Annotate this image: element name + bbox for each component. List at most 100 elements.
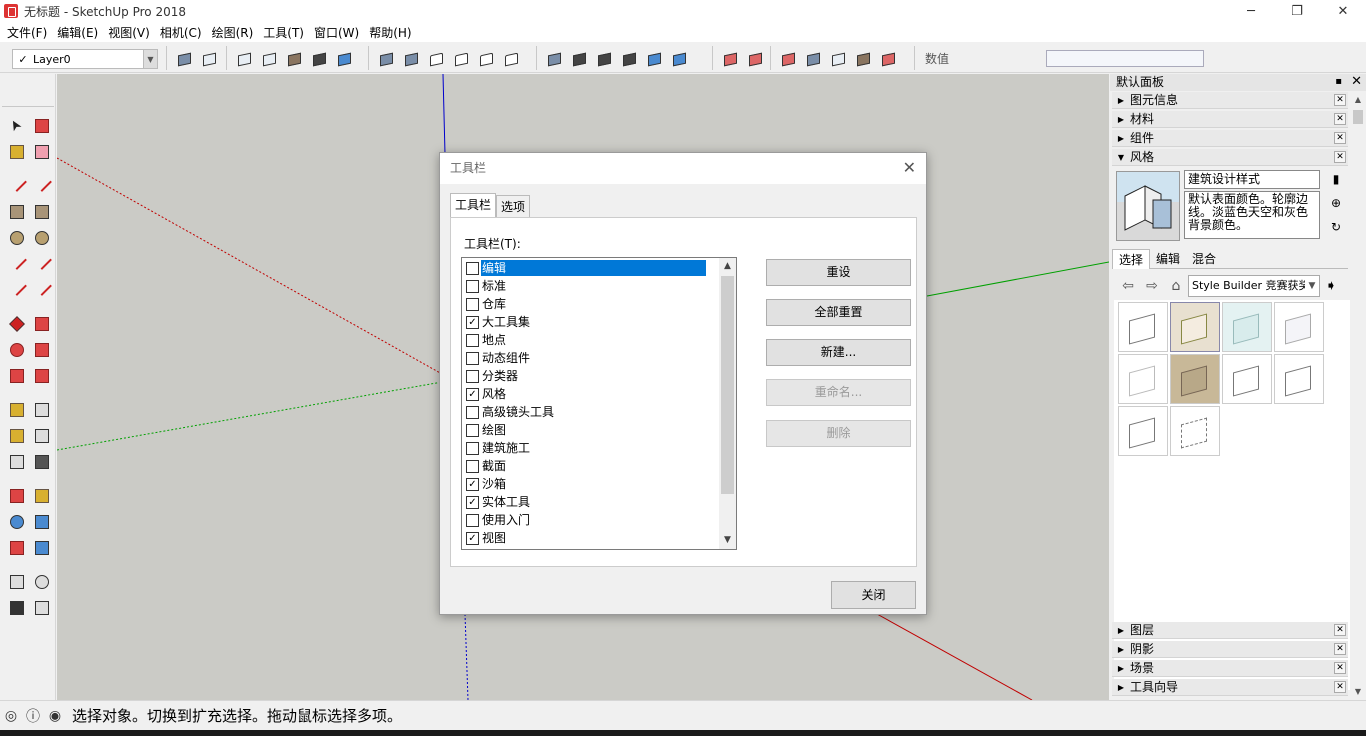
minimize-button[interactable]: ─ (1228, 0, 1274, 22)
pie-icon[interactable] (31, 276, 52, 299)
menu-draw[interactable]: 绘图(R) (207, 24, 259, 41)
section-entity-info[interactable]: ▶ 图元信息 ✕ (1112, 92, 1348, 109)
subtract-icon[interactable] (620, 50, 639, 69)
details-arrow-icon[interactable]: ➧ (1320, 278, 1342, 294)
iso-camera-icon[interactable] (377, 50, 396, 69)
toolbars-list[interactable]: 编辑 标准 仓库 ✓ 大工具集 地点 动态组件 分类器 ✓ 风格 高级镜头工具 绘图… (461, 257, 737, 550)
list-item[interactable]: 使用入门 (466, 511, 531, 529)
section-styles[interactable]: ▼ 风格 ✕ (1112, 149, 1348, 166)
split-icon[interactable] (670, 50, 689, 69)
home-bottom-icon[interactable] (502, 50, 521, 69)
checkbox[interactable] (466, 351, 479, 365)
look-around-icon[interactable] (33, 573, 51, 591)
trim-icon[interactable] (645, 50, 664, 69)
chevron-down-icon[interactable]: ▼ (143, 50, 157, 68)
list-item[interactable]: 地点 (466, 331, 507, 349)
checkbox[interactable]: ✓ (466, 495, 479, 509)
scroll-down-icon[interactable]: ▼ (719, 532, 736, 549)
list-item[interactable]: 截面 (466, 457, 507, 475)
menu-window[interactable]: 窗口(W) (309, 24, 364, 41)
checkbox[interactable]: ✓ (466, 387, 479, 401)
section-shadows[interactable]: ▶ 阴影 ✕ (1112, 641, 1348, 658)
checkbox[interactable] (466, 297, 479, 311)
axes-icon[interactable] (8, 453, 26, 471)
tab-edit[interactable]: 编辑 (1150, 249, 1186, 269)
move-icon[interactable] (8, 315, 26, 333)
checkbox[interactable] (466, 441, 479, 455)
menu-tools[interactable]: 工具(T) (258, 24, 309, 41)
right-camera-icon[interactable] (402, 50, 421, 69)
new-toolbar-button[interactable]: 新建... (766, 339, 911, 366)
close-tray-icon[interactable]: ✕ (1351, 74, 1362, 89)
intersect-icon[interactable] (570, 50, 589, 69)
style-swatch[interactable] (1274, 354, 1324, 404)
shaded-style-icon[interactable] (285, 50, 304, 69)
close-section-icon[interactable]: ✕ (1334, 662, 1346, 674)
list-scrollbar[interactable]: ▲ ▼ (719, 258, 736, 549)
list-item[interactable]: ✓ 沙箱 (466, 475, 507, 493)
style-swatch[interactable] (1170, 302, 1220, 352)
maximize-button[interactable]: ❐ (1274, 0, 1320, 22)
wireframe-style-icon[interactable] (260, 50, 279, 69)
checkbox[interactable] (466, 369, 479, 383)
section-layers[interactable]: ▶ 图层 ✕ (1112, 622, 1348, 639)
position-camera-icon[interactable] (8, 573, 26, 591)
style-swatch[interactable] (1118, 302, 1168, 352)
close-section-icon[interactable]: ✕ (1334, 132, 1346, 144)
checkbox[interactable] (466, 333, 479, 347)
list-item[interactable]: ✓ 风格 (466, 385, 507, 403)
section-components[interactable]: ▶ 组件 ✕ (1112, 130, 1348, 147)
zoom-window-icon[interactable] (33, 513, 51, 531)
menu-view[interactable]: 视图(V) (103, 24, 155, 41)
tab-select[interactable]: 选择 (1112, 249, 1151, 269)
previous-view-icon[interactable] (33, 539, 51, 557)
polygon-icon[interactable] (33, 229, 51, 247)
checkbox[interactable] (466, 459, 479, 473)
sandbox-contours-icon[interactable] (779, 50, 798, 69)
checkbox[interactable] (466, 261, 479, 275)
section-plane-icon[interactable] (33, 599, 51, 617)
delete-button[interactable]: 删除 (766, 420, 911, 447)
style-swatch[interactable] (1170, 406, 1220, 456)
home-back-icon[interactable] (452, 50, 471, 69)
style-name-field[interactable]: 建筑设计样式 (1184, 170, 1320, 189)
tab-mix[interactable]: 混合 (1186, 249, 1222, 269)
scroll-up-icon[interactable]: ▲ (1350, 92, 1366, 108)
home-left-icon[interactable] (477, 50, 496, 69)
close-dialog-button[interactable]: 关闭 (831, 581, 916, 609)
checkbox[interactable]: ✓ (466, 315, 479, 329)
home-front-icon[interactable] (427, 50, 446, 69)
forward-icon[interactable]: ⇨ (1140, 278, 1164, 294)
freehand-icon[interactable] (31, 172, 52, 195)
three-point-arc-icon[interactable] (6, 276, 27, 299)
two-point-arc-icon[interactable] (31, 250, 52, 273)
union-icon[interactable] (595, 50, 614, 69)
text-icon[interactable] (33, 427, 51, 445)
walk-icon[interactable] (8, 599, 26, 617)
rotate-icon[interactable] (8, 341, 26, 359)
checkbox[interactable] (466, 423, 479, 437)
section-instructor[interactable]: ▶ 工具向导 ✕ (1112, 679, 1348, 696)
stamp-icon[interactable] (854, 50, 873, 69)
menu-file[interactable]: 文件(F) (2, 24, 52, 41)
3d-text-icon[interactable] (33, 453, 51, 471)
checkbox[interactable] (466, 279, 479, 293)
tab-options[interactable]: 选项 (496, 195, 531, 218)
create-style-icon[interactable]: ⊕ (1328, 196, 1344, 212)
rotated-rectangle-icon[interactable] (33, 203, 51, 221)
orbit-icon[interactable] (8, 487, 26, 505)
checkbox[interactable] (466, 405, 479, 419)
style-swatch[interactable] (1222, 302, 1272, 352)
zoom-extents-icon[interactable] (8, 539, 26, 557)
list-item[interactable]: 绘图 (466, 421, 507, 439)
menu-edit[interactable]: 编辑(E) (52, 24, 103, 41)
close-window-button[interactable]: ✕ (1320, 0, 1366, 22)
rename-button[interactable]: 重命名... (766, 379, 911, 406)
pin-icon[interactable]: ▪ (1335, 76, 1342, 87)
pencil-line-icon[interactable] (6, 172, 27, 195)
dimension-icon[interactable] (33, 401, 51, 419)
close-section-icon[interactable]: ✕ (1334, 94, 1346, 106)
paint-bucket-icon[interactable] (8, 143, 26, 161)
scroll-down-icon[interactable]: ▼ (1350, 684, 1366, 700)
scroll-up-icon[interactable]: ▲ (719, 258, 736, 275)
